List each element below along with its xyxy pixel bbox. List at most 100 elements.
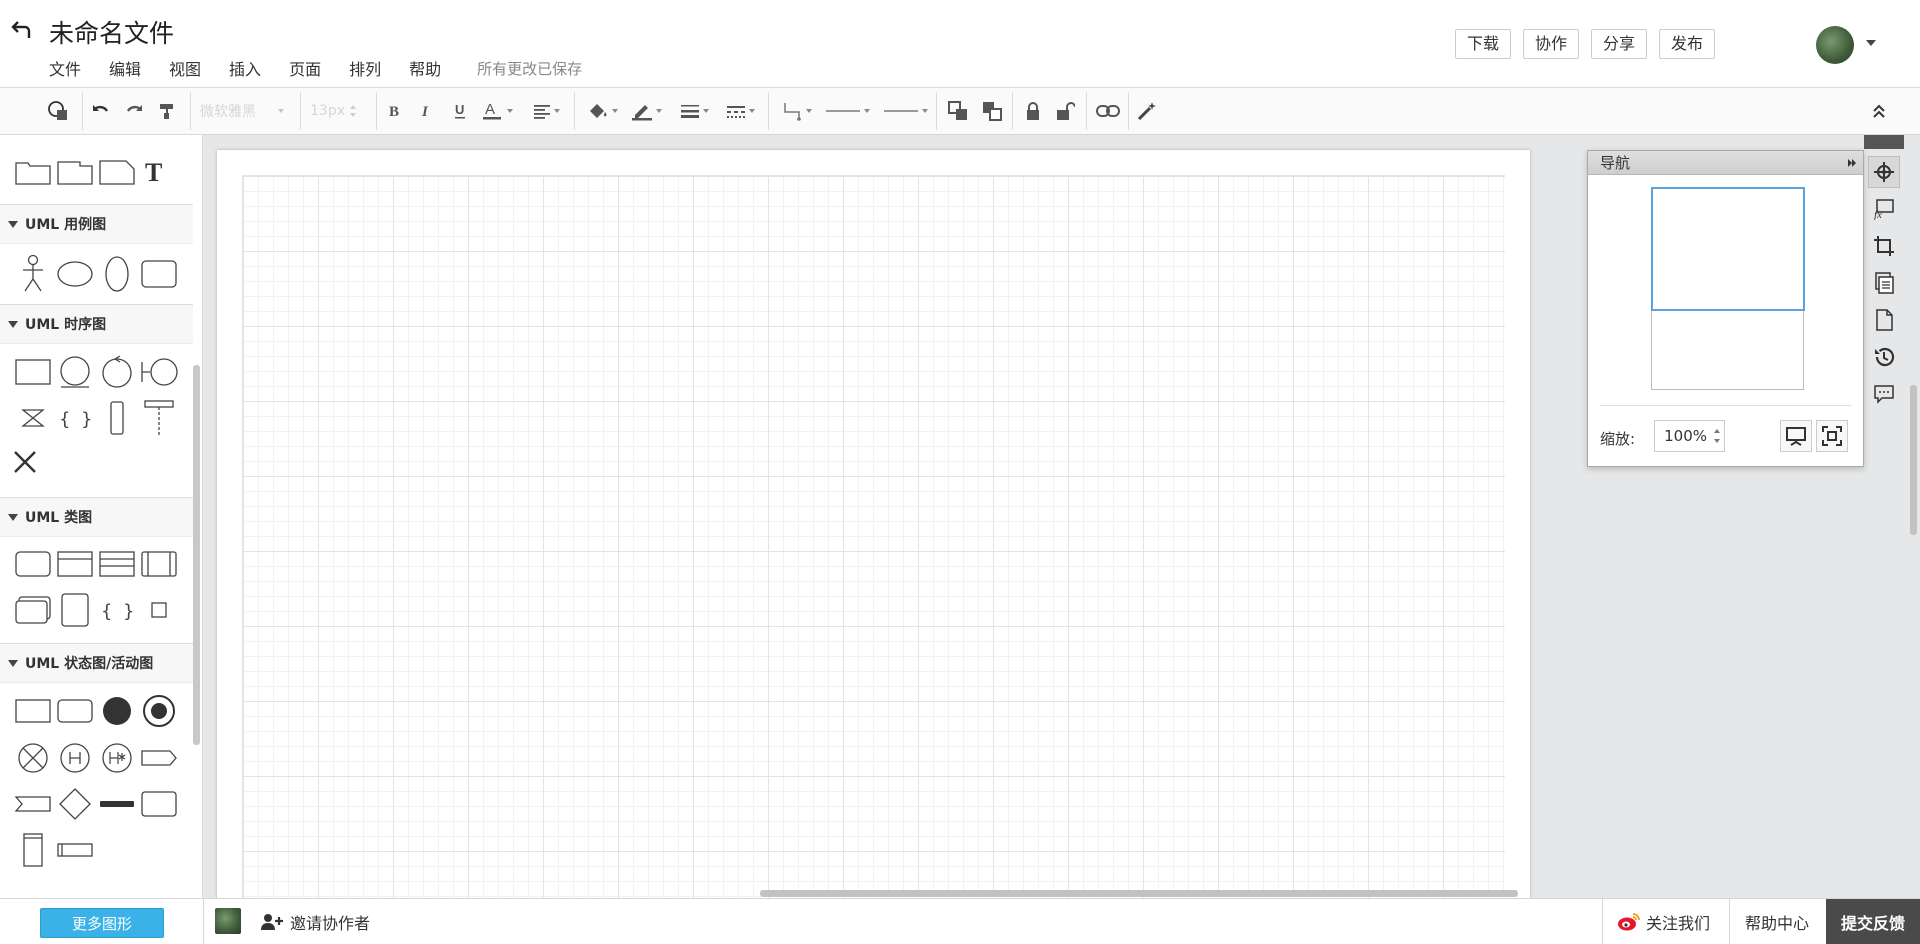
history-tab[interactable]: [1868, 341, 1900, 373]
page-settings-tab[interactable]: [1868, 304, 1900, 336]
state-rounded-shape[interactable]: [54, 690, 96, 732]
class-rounded-shape[interactable]: [12, 543, 54, 585]
nav-viewport-box[interactable]: [1651, 187, 1805, 311]
line-start-button[interactable]: [822, 88, 872, 134]
back-arrow-icon[interactable]: [10, 18, 34, 42]
link-button[interactable]: [1094, 88, 1122, 134]
note-shape[interactable]: [96, 151, 138, 193]
class-brace-shape[interactable]: {}: [96, 589, 138, 631]
menu-help[interactable]: 帮助: [409, 56, 441, 80]
avatar[interactable]: [215, 908, 241, 934]
undo-button[interactable]: [89, 88, 113, 134]
swimlane-horizontal-shape[interactable]: [54, 829, 96, 871]
fit-screen-button[interactable]: [1816, 420, 1848, 452]
package-shape[interactable]: [12, 589, 54, 631]
send-signal-shape[interactable]: [138, 737, 180, 779]
more-shapes-button[interactable]: 更多图形: [40, 908, 164, 938]
pages-tab[interactable]: [1868, 267, 1900, 299]
fork-bar-shape[interactable]: [96, 783, 138, 825]
underline-button[interactable]: U: [450, 88, 470, 134]
section-uml-class[interactable]: UML 类图: [0, 497, 193, 537]
collaborate-button[interactable]: 协作: [1522, 29, 1579, 59]
deep-history-shape[interactable]: [96, 737, 138, 779]
line-end-button[interactable]: [880, 88, 930, 134]
lock-button[interactable]: [1022, 88, 1044, 134]
drawing-page[interactable]: [217, 150, 1530, 898]
delete-x-shape[interactable]: [12, 441, 54, 483]
publish-button[interactable]: 发布: [1658, 29, 1715, 59]
font-family-select[interactable]: 微软雅黑: [200, 88, 292, 134]
usecase-ellipse-shape[interactable]: [54, 253, 96, 295]
section-uml-sequence[interactable]: UML 时序图: [0, 304, 193, 344]
folder-shape[interactable]: [12, 151, 54, 193]
section-uml-state[interactable]: UML 状态图/活动图: [0, 643, 193, 683]
fill-color-button[interactable]: [582, 88, 622, 134]
follow-us-link[interactable]: 关注我们: [1617, 899, 1710, 944]
tab-shape[interactable]: [54, 151, 96, 193]
invite-collaborators-button[interactable]: 邀请协作者: [260, 899, 370, 944]
zoom-input[interactable]: [1654, 420, 1725, 452]
text-align-button[interactable]: [526, 88, 566, 134]
horizontal-scrollbar[interactable]: [760, 890, 1518, 897]
user-avatar[interactable]: [1816, 26, 1854, 64]
menu-arrange[interactable]: 排列: [349, 56, 381, 80]
swimlane-vertical-shape[interactable]: [12, 829, 54, 871]
download-button[interactable]: 下载: [1454, 29, 1511, 59]
menu-edit[interactable]: 编辑: [109, 56, 141, 80]
zoom-field[interactable]: [1655, 422, 1707, 450]
chevron-down-icon[interactable]: [1866, 40, 1876, 46]
interface-shape[interactable]: [138, 543, 180, 585]
line-color-button[interactable]: [626, 88, 666, 134]
document-title[interactable]: 未命名文件: [49, 14, 174, 50]
entity-shape[interactable]: [54, 351, 96, 393]
italic-button[interactable]: I: [416, 88, 436, 134]
line-width-button[interactable]: [674, 88, 714, 134]
destroy-hourglass-shape[interactable]: [12, 397, 54, 439]
section-uml-usecase[interactable]: UML 用例图: [0, 204, 193, 244]
redo-button[interactable]: [122, 88, 146, 134]
submit-feedback-button[interactable]: 提交反馈: [1826, 899, 1920, 944]
text-shape[interactable]: T: [138, 151, 180, 193]
action-rounded-shape[interactable]: [138, 783, 180, 825]
flow-final-shape[interactable]: [12, 737, 54, 779]
vertical-ellipse-shape[interactable]: [96, 253, 138, 295]
shallow-history-shape[interactable]: [54, 737, 96, 779]
help-center-link[interactable]: 帮助中心: [1745, 899, 1809, 944]
boundary-shape[interactable]: [138, 351, 180, 393]
receive-signal-shape[interactable]: [12, 783, 54, 825]
navigation-tab[interactable]: [1868, 156, 1900, 188]
line-dash-button[interactable]: [720, 88, 760, 134]
connector-type-button[interactable]: [776, 88, 816, 134]
magic-wand-button[interactable]: [1134, 88, 1160, 134]
sidebar-scrollbar[interactable]: [193, 365, 200, 745]
font-color-button[interactable]: A: [480, 88, 514, 134]
font-size-stepper[interactable]: 13px: [310, 88, 370, 134]
decision-diamond-shape[interactable]: [54, 783, 96, 825]
activation-bar-shape[interactable]: [96, 397, 138, 439]
boundary-rect-shape[interactable]: [138, 253, 180, 295]
bring-to-front-button[interactable]: [945, 88, 971, 134]
unlock-button[interactable]: [1054, 88, 1076, 134]
menu-page[interactable]: 页面: [289, 56, 321, 80]
formula-tab[interactable]: fx: [1868, 193, 1900, 225]
final-state-shape[interactable]: [138, 690, 180, 732]
page-size-tab[interactable]: [1868, 230, 1900, 262]
nav-panel-header[interactable]: 导航: [1588, 151, 1863, 175]
object-rect-shape[interactable]: [12, 351, 54, 393]
small-square-shape[interactable]: [138, 589, 180, 631]
zoom-spinner-icon[interactable]: [1712, 425, 1722, 447]
collapse-toolbar-button[interactable]: [1866, 88, 1892, 134]
state-rect-shape[interactable]: [12, 690, 54, 732]
share-button[interactable]: 分享: [1590, 29, 1647, 59]
format-painter-button[interactable]: [155, 88, 179, 134]
menu-insert[interactable]: 插入: [229, 56, 261, 80]
menu-view[interactable]: 视图: [169, 56, 201, 80]
shapes-toggle-button[interactable]: [44, 88, 72, 134]
actor-shape[interactable]: [12, 253, 54, 295]
comments-tab[interactable]: [1868, 378, 1900, 410]
presentation-button[interactable]: [1780, 420, 1812, 452]
class-header-shape[interactable]: [54, 543, 96, 585]
menu-file[interactable]: 文件: [49, 56, 81, 80]
bold-button[interactable]: B: [384, 88, 404, 134]
vertical-scrollbar[interactable]: [1910, 385, 1917, 535]
